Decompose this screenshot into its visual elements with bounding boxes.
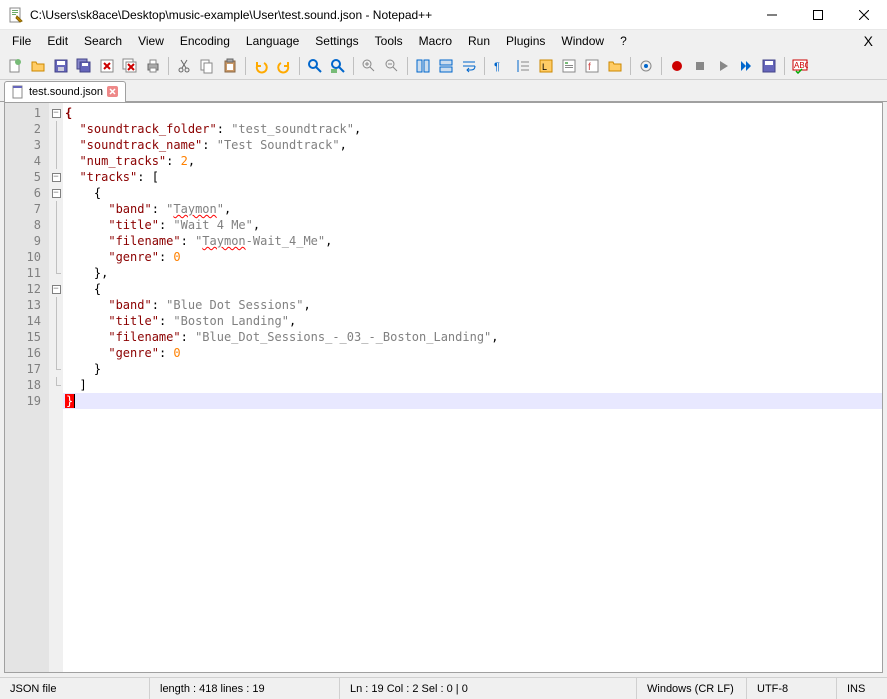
menubar: FileEditSearchViewEncodingLanguageSettin… <box>0 30 887 52</box>
menubar-close-x[interactable]: X <box>854 33 883 49</box>
menu-search[interactable]: Search <box>76 32 130 50</box>
status-filetype: JSON file <box>0 678 150 699</box>
close-file-button[interactable] <box>96 55 118 77</box>
menu-tools[interactable]: Tools <box>367 32 411 50</box>
menu-file[interactable]: File <box>4 32 39 50</box>
titlebar: C:\Users\sk8ace\Desktop\music-example\Us… <box>0 0 887 30</box>
cut-button[interactable] <box>173 55 195 77</box>
find-button[interactable] <box>304 55 326 77</box>
wordwrap-button[interactable] <box>458 55 480 77</box>
status-insert-mode[interactable]: INS <box>837 678 887 699</box>
svg-text:ABC: ABC <box>794 61 808 70</box>
status-position: Ln : 19 Col : 2 Sel : 0 | 0 <box>340 678 637 699</box>
editor[interactable]: 12345678910111213141516171819 −−−− { "so… <box>4 102 883 673</box>
save-macro-button[interactable] <box>758 55 780 77</box>
udl-button[interactable]: L <box>535 55 557 77</box>
status-encoding[interactable]: UTF-8 <box>747 678 837 699</box>
close-all-button[interactable] <box>119 55 141 77</box>
replace-button[interactable] <box>327 55 349 77</box>
undo-button[interactable] <box>250 55 272 77</box>
show-all-chars-button[interactable]: ¶ <box>489 55 511 77</box>
close-button[interactable] <box>841 0 887 30</box>
menu-language[interactable]: Language <box>238 32 307 50</box>
sync-h-button[interactable] <box>435 55 457 77</box>
statusbar: JSON file length : 418 lines : 19 Ln : 1… <box>0 677 887 699</box>
zoom-in-button[interactable] <box>358 55 380 77</box>
menu-edit[interactable]: Edit <box>39 32 76 50</box>
spellcheck-button[interactable]: ABC <box>789 55 811 77</box>
stop-button[interactable] <box>689 55 711 77</box>
status-eol[interactable]: Windows (CR LF) <box>637 678 747 699</box>
record-button[interactable] <box>666 55 688 77</box>
paste-button[interactable] <box>219 55 241 77</box>
menu-view[interactable]: View <box>130 32 172 50</box>
playfast-button[interactable] <box>735 55 757 77</box>
line-number-gutter: 12345678910111213141516171819 <box>5 103 49 672</box>
svg-text:¶: ¶ <box>494 61 500 73</box>
menu-help[interactable]: ? <box>612 32 635 50</box>
tabbar: test.sound.json <box>0 80 887 102</box>
doc-map-button[interactable] <box>558 55 580 77</box>
file-tab[interactable]: test.sound.json <box>4 81 126 102</box>
copy-button[interactable] <box>196 55 218 77</box>
print-button[interactable] <box>142 55 164 77</box>
maximize-button[interactable] <box>795 0 841 30</box>
menu-window[interactable]: Window <box>553 32 612 50</box>
window-title: C:\Users\sk8ace\Desktop\music-example\Us… <box>30 8 749 22</box>
app-icon <box>8 7 24 23</box>
code-area[interactable]: { "soundtrack_folder": "test_soundtrack"… <box>63 103 882 672</box>
tab-close-icon[interactable] <box>107 86 119 98</box>
indent-guide-button[interactable] <box>512 55 534 77</box>
status-length: length : 418 lines : 19 <box>150 678 340 699</box>
monitor-button[interactable] <box>635 55 657 77</box>
fold-column[interactable]: −−−− <box>49 103 63 672</box>
play-button[interactable] <box>712 55 734 77</box>
minimize-button[interactable] <box>749 0 795 30</box>
svg-text:f: f <box>588 62 591 73</box>
new-file-button[interactable] <box>4 55 26 77</box>
zoom-out-button[interactable] <box>381 55 403 77</box>
file-icon <box>11 85 25 99</box>
tab-label: test.sound.json <box>29 86 103 98</box>
save-button[interactable] <box>50 55 72 77</box>
menu-plugins[interactable]: Plugins <box>498 32 553 50</box>
save-all-button[interactable] <box>73 55 95 77</box>
svg-text:L: L <box>542 62 547 72</box>
redo-button[interactable] <box>273 55 295 77</box>
menu-run[interactable]: Run <box>460 32 498 50</box>
folder-button[interactable] <box>604 55 626 77</box>
menu-encoding[interactable]: Encoding <box>172 32 238 50</box>
menu-settings[interactable]: Settings <box>307 32 366 50</box>
func-list-button[interactable]: f <box>581 55 603 77</box>
open-file-button[interactable] <box>27 55 49 77</box>
menu-macro[interactable]: Macro <box>411 32 460 50</box>
toolbar: ¶ L f ABC <box>0 52 887 80</box>
sync-v-button[interactable] <box>412 55 434 77</box>
